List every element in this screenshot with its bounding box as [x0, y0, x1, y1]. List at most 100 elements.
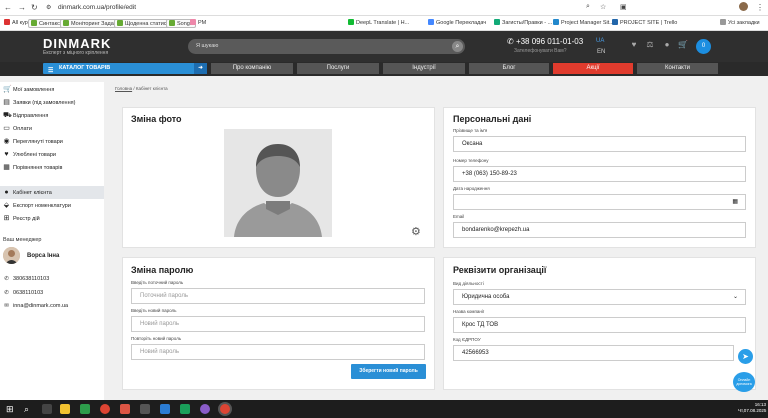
- bookmark-item[interactable]: DeepL Translate | Н...: [348, 19, 409, 28]
- bookmark-favicon-icon: [169, 20, 175, 26]
- sidebar-item-truck[interactable]: ⛟ Відправлення: [0, 109, 104, 122]
- profile-photo: [224, 129, 332, 237]
- bookmark-label: PM: [198, 20, 207, 26]
- bookmark-item[interactable]: All курс: [4, 19, 31, 28]
- back-icon[interactable]: ←: [4, 3, 12, 12]
- telegram-icon[interactable]: ➤: [738, 349, 753, 364]
- bookmark-item[interactable]: Зaгиcты/Правки - ...: [494, 19, 552, 28]
- forward-icon[interactable]: →: [18, 3, 26, 12]
- viber-icon[interactable]: [200, 404, 210, 414]
- manager-contact[interactable]: ✆ 380638110103: [3, 276, 49, 282]
- bookmark-favicon-icon: [494, 19, 500, 25]
- more-menu-icon[interactable]: ⋮: [756, 3, 764, 12]
- tab-about[interactable]: Про компанію: [211, 63, 293, 74]
- tab-contacts[interactable]: Контакти: [637, 63, 718, 74]
- email-field[interactable]: bondarenko@krepezh.ua: [453, 222, 746, 238]
- breadcrumb-home[interactable]: Головна: [115, 86, 132, 91]
- bookmark-favicon-icon: [190, 19, 196, 25]
- sidebar-item-register[interactable]: ⊞ Реєстр дій: [0, 212, 104, 225]
- online-help-button[interactable]: Онлайн допомога: [733, 372, 755, 392]
- email-label: Email: [453, 214, 465, 219]
- taskbar-app-icon[interactable]: [160, 404, 170, 414]
- birthdate-field[interactable]: ▦: [453, 194, 746, 210]
- current-password-input[interactable]: Поточний пароль: [131, 288, 425, 304]
- task-view-icon[interactable]: [42, 404, 52, 414]
- bookmark-label: Зaгиcты/Правки - ...: [502, 20, 553, 26]
- sidebar-item-cart[interactable]: 🛒 Мої замовлення: [0, 83, 104, 96]
- phone-label: Номер телефону: [453, 158, 489, 163]
- taskbar-search-icon[interactable]: ⌕: [24, 404, 34, 414]
- search-input[interactable]: Я шукаю ⌕: [188, 39, 465, 54]
- bookmark-item[interactable]: Google Перекладач: [428, 19, 486, 28]
- company-field[interactable]: Крос ТД ТОВ: [453, 317, 746, 333]
- extension-icon[interactable]: ▣: [620, 3, 627, 11]
- chrome-active-icon[interactable]: [220, 404, 230, 414]
- sidebar-item-file[interactable]: ▤ Заявки (під замовлення): [0, 96, 104, 109]
- manager-contact[interactable]: ✆ 0638110103: [3, 290, 43, 296]
- name-field[interactable]: Оксана: [453, 136, 746, 152]
- catalog-button[interactable]: ☰ КАТАЛОГ ТОВАРІВ ➜: [43, 63, 207, 74]
- chrome-icon[interactable]: [100, 404, 110, 414]
- change-photo-gear-icon[interactable]: ⚙: [411, 225, 421, 238]
- search-icon[interactable]: ⌕: [452, 41, 463, 52]
- new-password-input[interactable]: Новий пароль: [131, 316, 425, 332]
- lang-en[interactable]: EN: [597, 49, 605, 55]
- arrow-right-icon: ➜: [194, 63, 207, 74]
- site-info-icon[interactable]: ⚙: [46, 4, 51, 11]
- compare-icon: ▦: [3, 164, 10, 171]
- system-clock[interactable]: 16:13 Чт,07.08.2025: [738, 402, 766, 414]
- bookmark-item[interactable]: Моніторинг Задачі: [60, 19, 121, 28]
- bookmark-favicon-icon: [612, 19, 618, 25]
- site-logo[interactable]: DINMARK: [43, 36, 111, 51]
- sidebar-item-user[interactable]: ● Кабінет клієнта: [0, 186, 104, 199]
- tab-promotions[interactable]: Акції: [553, 63, 633, 74]
- phone-number[interactable]: ✆ +38 096 011-01-03: [507, 37, 583, 46]
- activity-select[interactable]: Юридична особа ⌄: [453, 289, 746, 305]
- taskbar-app-icon[interactable]: [120, 404, 130, 414]
- reload-icon[interactable]: ↻: [31, 3, 38, 12]
- taskbar-app-icon[interactable]: [80, 404, 90, 414]
- file-explorer-icon[interactable]: [60, 404, 70, 414]
- activity-value: Юридична особа: [462, 294, 510, 300]
- user-icon[interactable]: ●: [662, 40, 672, 50]
- tab-services[interactable]: Послуги: [297, 63, 379, 74]
- manager-name: Ворса Інна: [27, 253, 60, 259]
- lang-ua[interactable]: UA: [596, 38, 604, 44]
- windows-start-icon[interactable]: ⊞: [6, 404, 16, 414]
- tab-industries[interactable]: Індустрії: [383, 63, 465, 74]
- bookmark-item[interactable]: PM: [190, 19, 206, 28]
- sidebar-item-card[interactable]: ▭ Оплати: [0, 122, 104, 135]
- url-field[interactable]: dinmark.com.ua/profile/edit: [58, 4, 136, 11]
- sidebar-item-eye[interactable]: ◉ Переглянуті товари: [0, 135, 104, 148]
- sidebar-item-heart[interactable]: ♥ Улюблені товари: [0, 148, 104, 161]
- bookmark-label: DeepL Translate | Н...: [356, 20, 410, 26]
- sidebar-item-export[interactable]: ⬙ Експорт номенклатури: [0, 199, 104, 212]
- bookmark-item[interactable]: Project Manager Sit...: [553, 19, 614, 28]
- manager-avatar: [3, 247, 20, 264]
- profile-avatar-icon[interactable]: [739, 2, 748, 13]
- manager-contact[interactable]: ✉ inna@dinmark.com.ua: [3, 303, 68, 309]
- cart-count-badge[interactable]: 0: [696, 39, 711, 54]
- bookmark-star-icon[interactable]: ☆: [600, 3, 606, 11]
- taskbar-app-icon[interactable]: [180, 404, 190, 414]
- sidebar-item-label: Улюблені товари: [13, 151, 56, 158]
- phone-field[interactable]: +38 (063) 150-89-23: [453, 166, 746, 182]
- taskbar-app-icon[interactable]: [140, 404, 150, 414]
- repeat-password-input[interactable]: Новий пароль: [131, 344, 425, 360]
- compare-icon[interactable]: ⚖: [645, 40, 655, 50]
- manager-heading: Ваш менеджер: [3, 237, 42, 243]
- sidebar-item-compare[interactable]: ▦ Порівняння товарів: [0, 161, 104, 174]
- save-password-button[interactable]: Зберегти новий пароль: [351, 364, 426, 379]
- edrpou-field[interactable]: 42566953: [453, 345, 734, 361]
- bookmark-item[interactable]: Усі закладки: [720, 19, 760, 28]
- callback-link[interactable]: Зателефонувати Вам?: [514, 48, 566, 54]
- tab-blog[interactable]: Блог: [469, 63, 549, 74]
- photo-card-title: Зміна фото: [131, 114, 182, 124]
- bookmark-favicon-icon: [31, 20, 37, 26]
- bookmark-item[interactable]: PROJECT SITE | Trello: [612, 19, 677, 28]
- favorites-icon[interactable]: ♥: [629, 40, 639, 50]
- calendar-icon[interactable]: ▦: [732, 195, 738, 209]
- zoom-icon[interactable]: ⌕: [586, 3, 590, 11]
- cart-icon[interactable]: 🛒: [678, 40, 688, 50]
- file-icon: ▤: [3, 99, 10, 106]
